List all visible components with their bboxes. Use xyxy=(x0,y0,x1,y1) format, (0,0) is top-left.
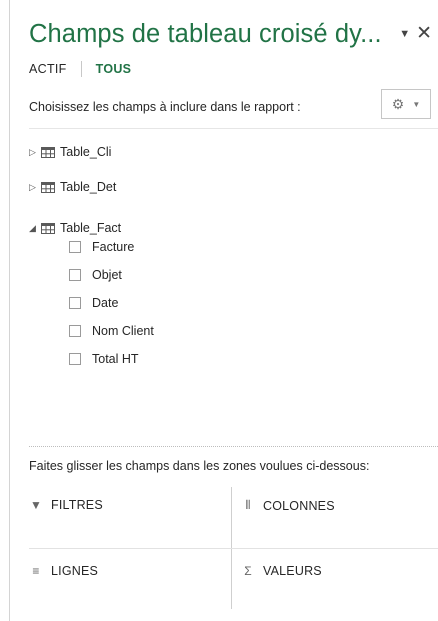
gear-icon: ⚙ xyxy=(391,95,405,112)
checkbox[interactable] xyxy=(69,269,81,281)
expand-icon[interactable]: ▷ xyxy=(29,147,41,158)
table-name: Table_Det xyxy=(60,180,117,194)
zone-label: VALEURS xyxy=(263,564,322,578)
table-name: Table_Cli xyxy=(60,145,112,159)
section-divider xyxy=(29,446,438,447)
chevron-down-icon[interactable]: ▼ xyxy=(399,28,410,40)
zone-rows[interactable]: ≡ LIGNES xyxy=(29,564,98,578)
zone-columns[interactable]: ⦀ COLONNES xyxy=(241,498,335,513)
field-total-ht[interactable]: Total HT xyxy=(69,352,139,366)
pane-left-border xyxy=(9,0,10,621)
rows-icon: ≡ xyxy=(32,564,40,578)
field-label: Total HT xyxy=(92,352,139,366)
zone-values[interactable]: Σ VALEURS xyxy=(241,564,322,578)
collapse-icon[interactable]: ◢ xyxy=(29,223,41,234)
table-row-table-cli[interactable]: ▷ Table_Cli xyxy=(29,145,111,159)
zone-label: FILTRES xyxy=(51,498,103,512)
expand-icon[interactable]: ▷ xyxy=(29,182,41,193)
tabs: ACTIF TOUS xyxy=(29,61,131,77)
table-row-table-det[interactable]: ▷ Table_Det xyxy=(29,180,116,194)
field-label: Facture xyxy=(92,240,135,254)
table-icon xyxy=(41,222,55,234)
tab-tous[interactable]: TOUS xyxy=(96,62,132,76)
field-nom-client[interactable]: Nom Client xyxy=(69,324,154,338)
zone-filters[interactable]: ▼ FILTRES xyxy=(29,498,103,512)
close-icon[interactable]: ✕ xyxy=(416,24,432,43)
pane-title: Champs de tableau croisé dy... xyxy=(29,20,382,48)
checkbox[interactable] xyxy=(69,353,81,365)
field-label: Objet xyxy=(92,268,122,282)
tools-button[interactable]: ⚙ ▼ xyxy=(381,89,431,119)
zone-label: LIGNES xyxy=(51,564,99,578)
field-label: Date xyxy=(92,296,119,310)
field-facture[interactable]: Facture xyxy=(69,240,134,254)
tab-actif[interactable]: ACTIF xyxy=(29,62,67,76)
field-list: ▷ Table_Cli ▷ Table_Det ◢ Table_Fact Fac… xyxy=(29,128,438,428)
chevron-down-icon: ▼ xyxy=(412,99,421,109)
choose-fields-label: Choisissez les champs à inclure dans le … xyxy=(29,100,301,114)
table-name: Table_Fact xyxy=(60,221,122,235)
tab-separator xyxy=(80,61,82,77)
zones-divider-horizontal xyxy=(29,548,438,549)
checkbox[interactable] xyxy=(69,297,81,309)
table-icon xyxy=(41,146,55,158)
field-objet[interactable]: Objet xyxy=(69,268,122,282)
drag-fields-label: Faites glisser les champs dans les zones… xyxy=(29,459,370,473)
checkbox[interactable] xyxy=(69,241,81,253)
title-controls: ▼ ✕ xyxy=(399,24,432,43)
field-date[interactable]: Date xyxy=(69,296,118,310)
table-icon xyxy=(41,181,55,193)
columns-icon: ⦀ xyxy=(245,498,251,512)
table-row-table-fact[interactable]: ◢ Table_Fact xyxy=(29,221,121,235)
sigma-icon: Σ xyxy=(244,564,252,578)
checkbox[interactable] xyxy=(69,325,81,337)
field-label: Nom Client xyxy=(92,324,154,338)
filter-icon: ▼ xyxy=(29,498,43,512)
zone-label: COLONNES xyxy=(263,498,335,513)
